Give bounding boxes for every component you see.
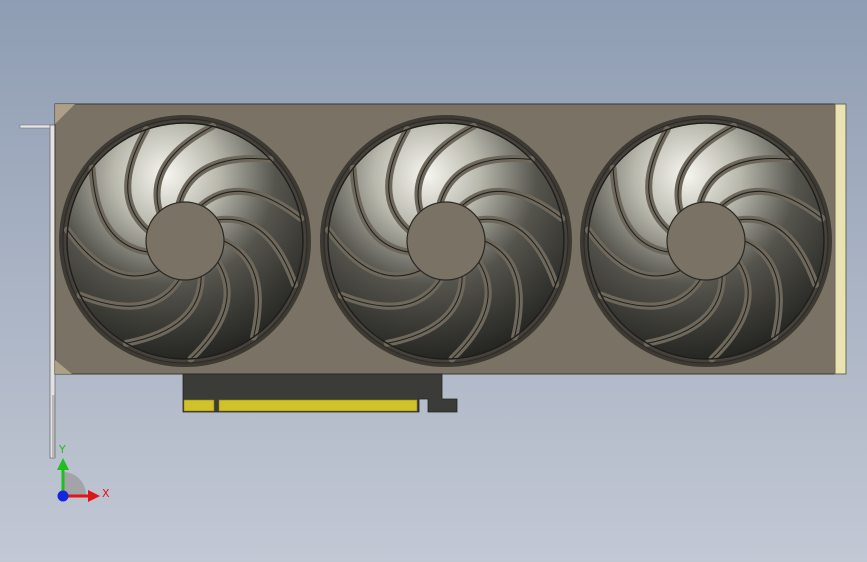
fan-2	[320, 115, 572, 367]
fan-hub	[406, 201, 486, 281]
fan-1	[59, 115, 311, 367]
reference-triad	[57, 458, 100, 502]
fan-3	[580, 115, 832, 367]
y-axis-arrow-icon	[57, 458, 69, 470]
cad-viewport[interactable]: Y X	[0, 0, 867, 562]
y-axis-label: Y	[59, 443, 66, 456]
graphics-card-model[interactable]	[0, 0, 867, 562]
x-axis-arrow-icon	[88, 490, 100, 502]
pcie-bracket	[19, 124, 56, 459]
fan-hub	[145, 201, 225, 281]
fan-hub	[666, 201, 746, 281]
z-axis-dot-icon	[57, 490, 69, 502]
fan-group	[59, 115, 832, 367]
pcie-connector	[182, 373, 458, 413]
x-axis-label: X	[102, 487, 110, 500]
side-strip	[834, 103, 847, 375]
